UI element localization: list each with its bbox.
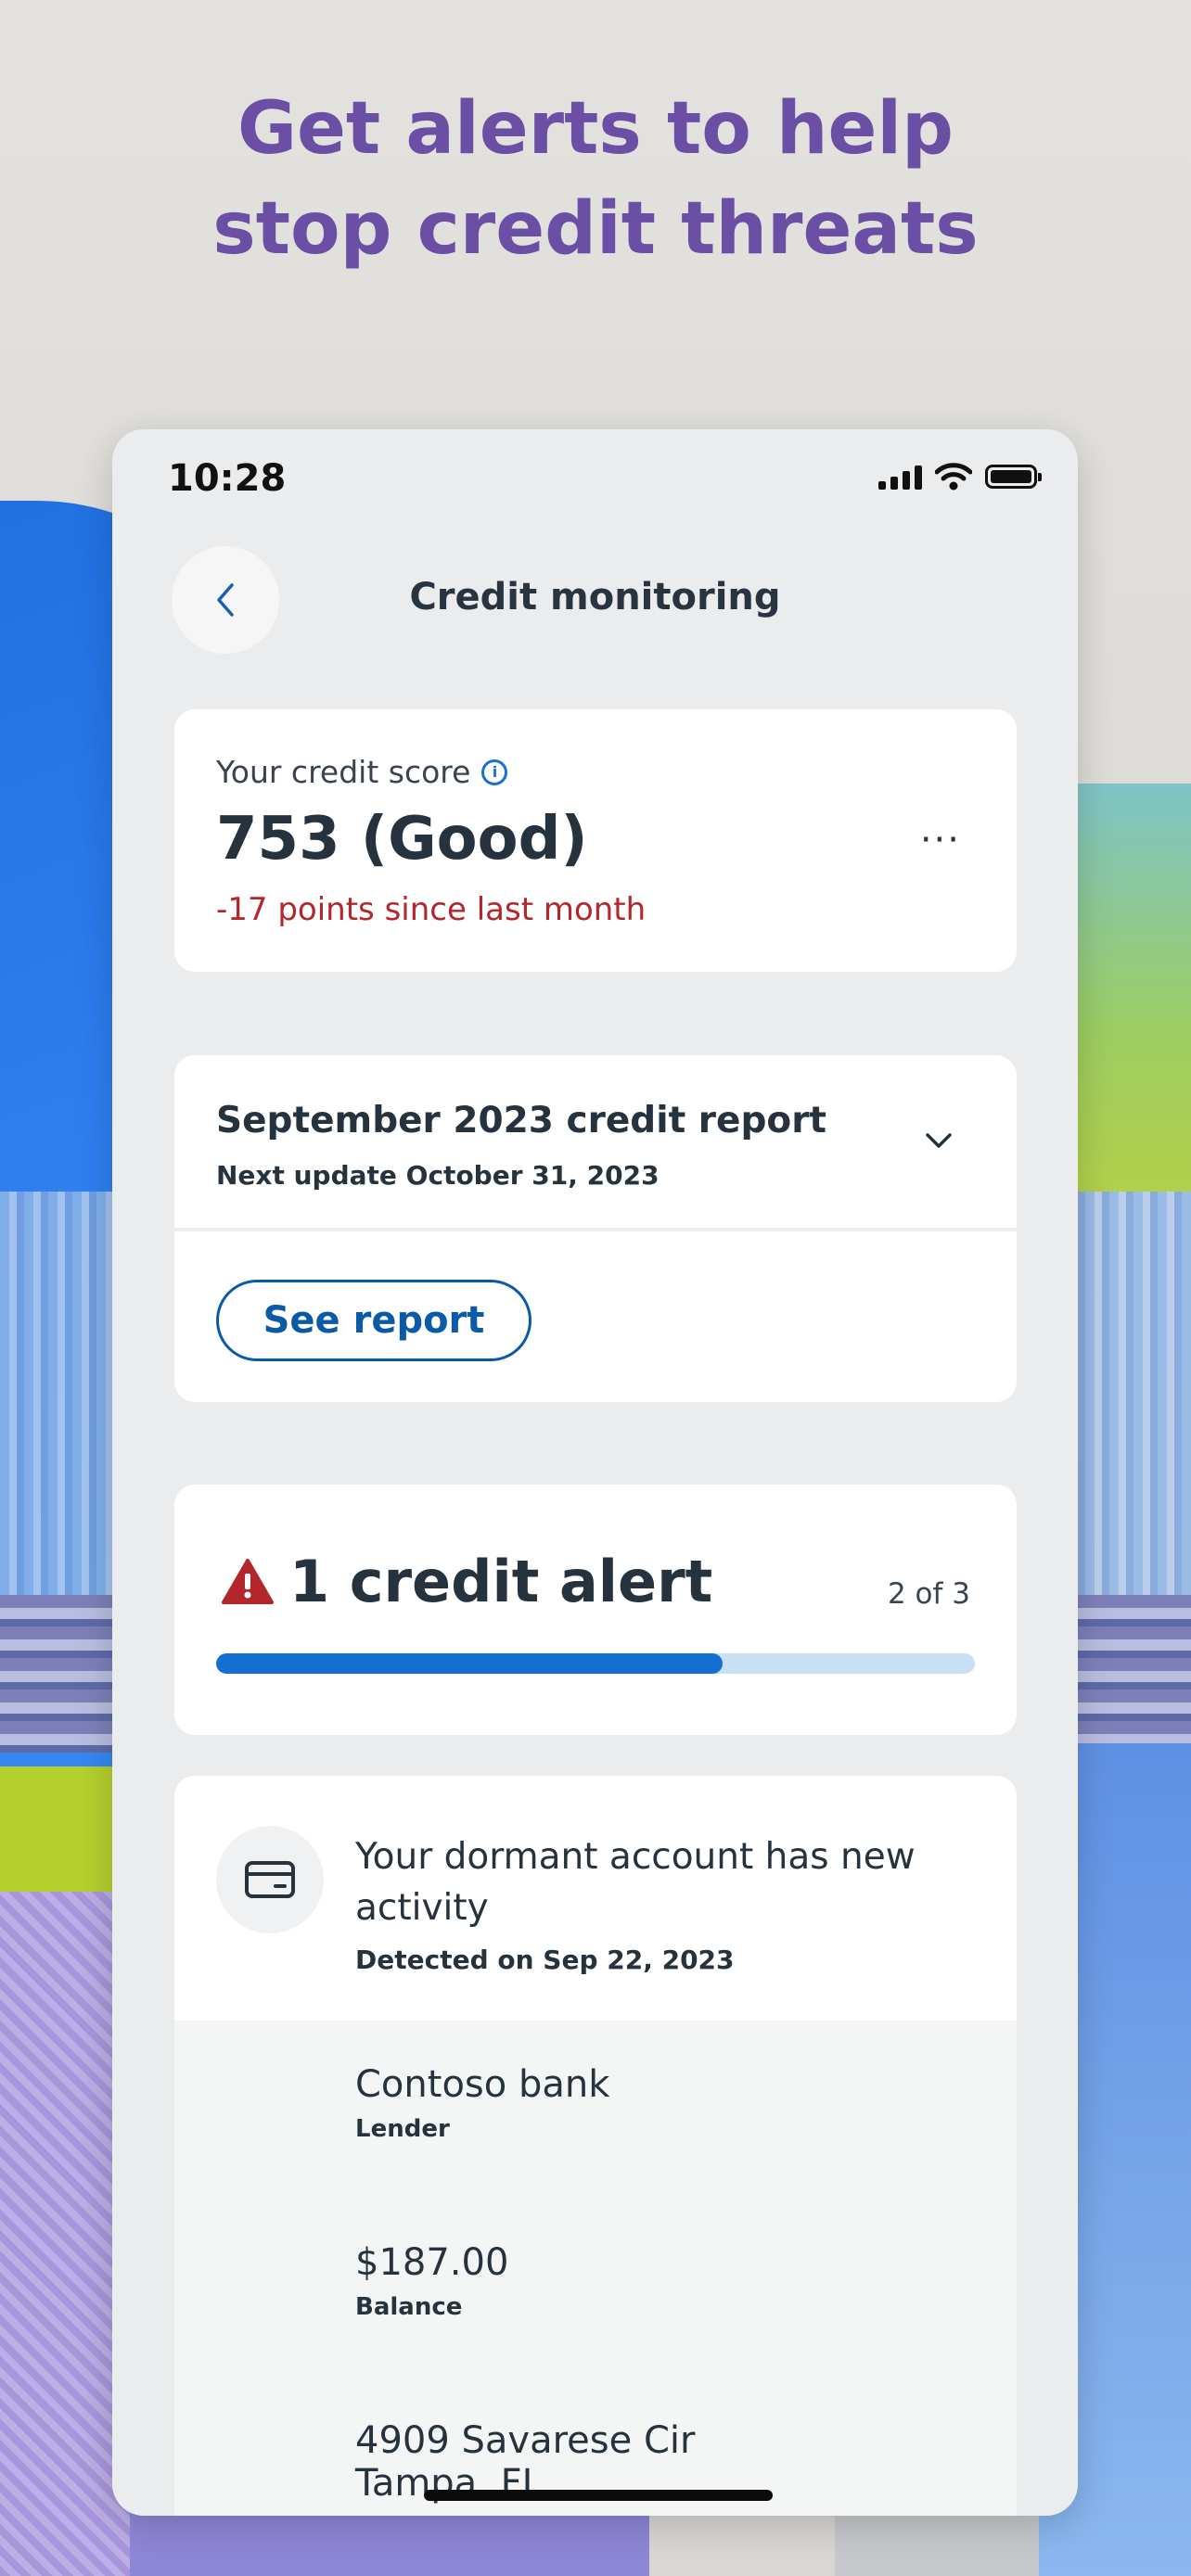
- headline-line-1: Get alerts to help: [237, 87, 954, 171]
- home-indicator[interactable]: [424, 2490, 773, 2501]
- alert-detected-date: Detected on Sep 22, 2023: [355, 1945, 735, 1975]
- balance-field: $187.00 Balance: [355, 2241, 508, 2321]
- credit-alert-title: 1 credit alert: [289, 1548, 713, 1615]
- credit-score-card: Your credit score i 753 (Good) -17 point…: [174, 709, 1017, 972]
- alert-progress-bar: [216, 1653, 975, 1674]
- page-title: Credit monitoring: [409, 576, 781, 618]
- promo-headline: Get alerts to help stop credit threats: [0, 79, 1191, 279]
- credit-report-card: September 2023 credit report Next update…: [174, 1055, 1017, 1402]
- credit-score-label: Your credit score: [216, 754, 471, 790]
- credit-score-change: -17 points since last month: [216, 891, 647, 928]
- info-icon[interactable]: i: [481, 759, 508, 785]
- balance-label: Balance: [355, 2293, 463, 2321]
- warning-icon: [222, 1558, 274, 1604]
- credit-score-value: 753 (Good): [216, 805, 588, 874]
- lender-label: Lender: [355, 2115, 450, 2143]
- lender-field: Contoso bank Lender: [355, 2063, 609, 2143]
- status-time: 10:28: [168, 457, 287, 500]
- credit-score-label-row: Your credit score i: [216, 754, 508, 790]
- alert-detail-card[interactable]: Your dormant account has new activity De…: [174, 1776, 1017, 2516]
- lender-value: Contoso bank: [355, 2063, 610, 2106]
- credit-alert-heading: 1 credit alert: [221, 1548, 712, 1615]
- credit-report-title: September 2023 credit report: [216, 1100, 827, 1141]
- divider: [174, 1228, 1017, 1231]
- alert-detail-title: Your dormant account has new activity: [355, 1836, 916, 1929]
- wifi-icon: [935, 463, 972, 491]
- status-bar: 10:28: [112, 429, 1078, 531]
- account-icon-wrap: [216, 1826, 324, 1933]
- credit-card-icon: [245, 1861, 295, 1898]
- see-report-button[interactable]: See report: [216, 1280, 531, 1361]
- cellular-signal-icon: [878, 464, 922, 490]
- balance-value: $187.00: [355, 2241, 509, 2284]
- headline-line-2: stop credit threats: [212, 187, 979, 271]
- alert-detail-body: Contoso bank Lender $187.00 Balance 4909…: [174, 2021, 1017, 2516]
- nav-bar: Credit monitoring: [112, 541, 1078, 654]
- credit-report-next-update: Next update October 31, 2023: [216, 1160, 660, 1191]
- alert-progress-fill: [216, 1653, 723, 1674]
- chevron-down-icon[interactable]: [924, 1131, 954, 1150]
- battery-icon: [985, 465, 1042, 489]
- more-options-icon[interactable]: ···: [920, 819, 961, 861]
- phone-screen: 10:28 Credit monitoring Your credit scor…: [112, 429, 1078, 2516]
- alert-pager: 2 of 3: [887, 1577, 970, 1611]
- credit-alert-card: 1 credit alert 2 of 3: [174, 1485, 1017, 1735]
- address-line-1: 4909 Savarese Cir: [355, 2419, 696, 2462]
